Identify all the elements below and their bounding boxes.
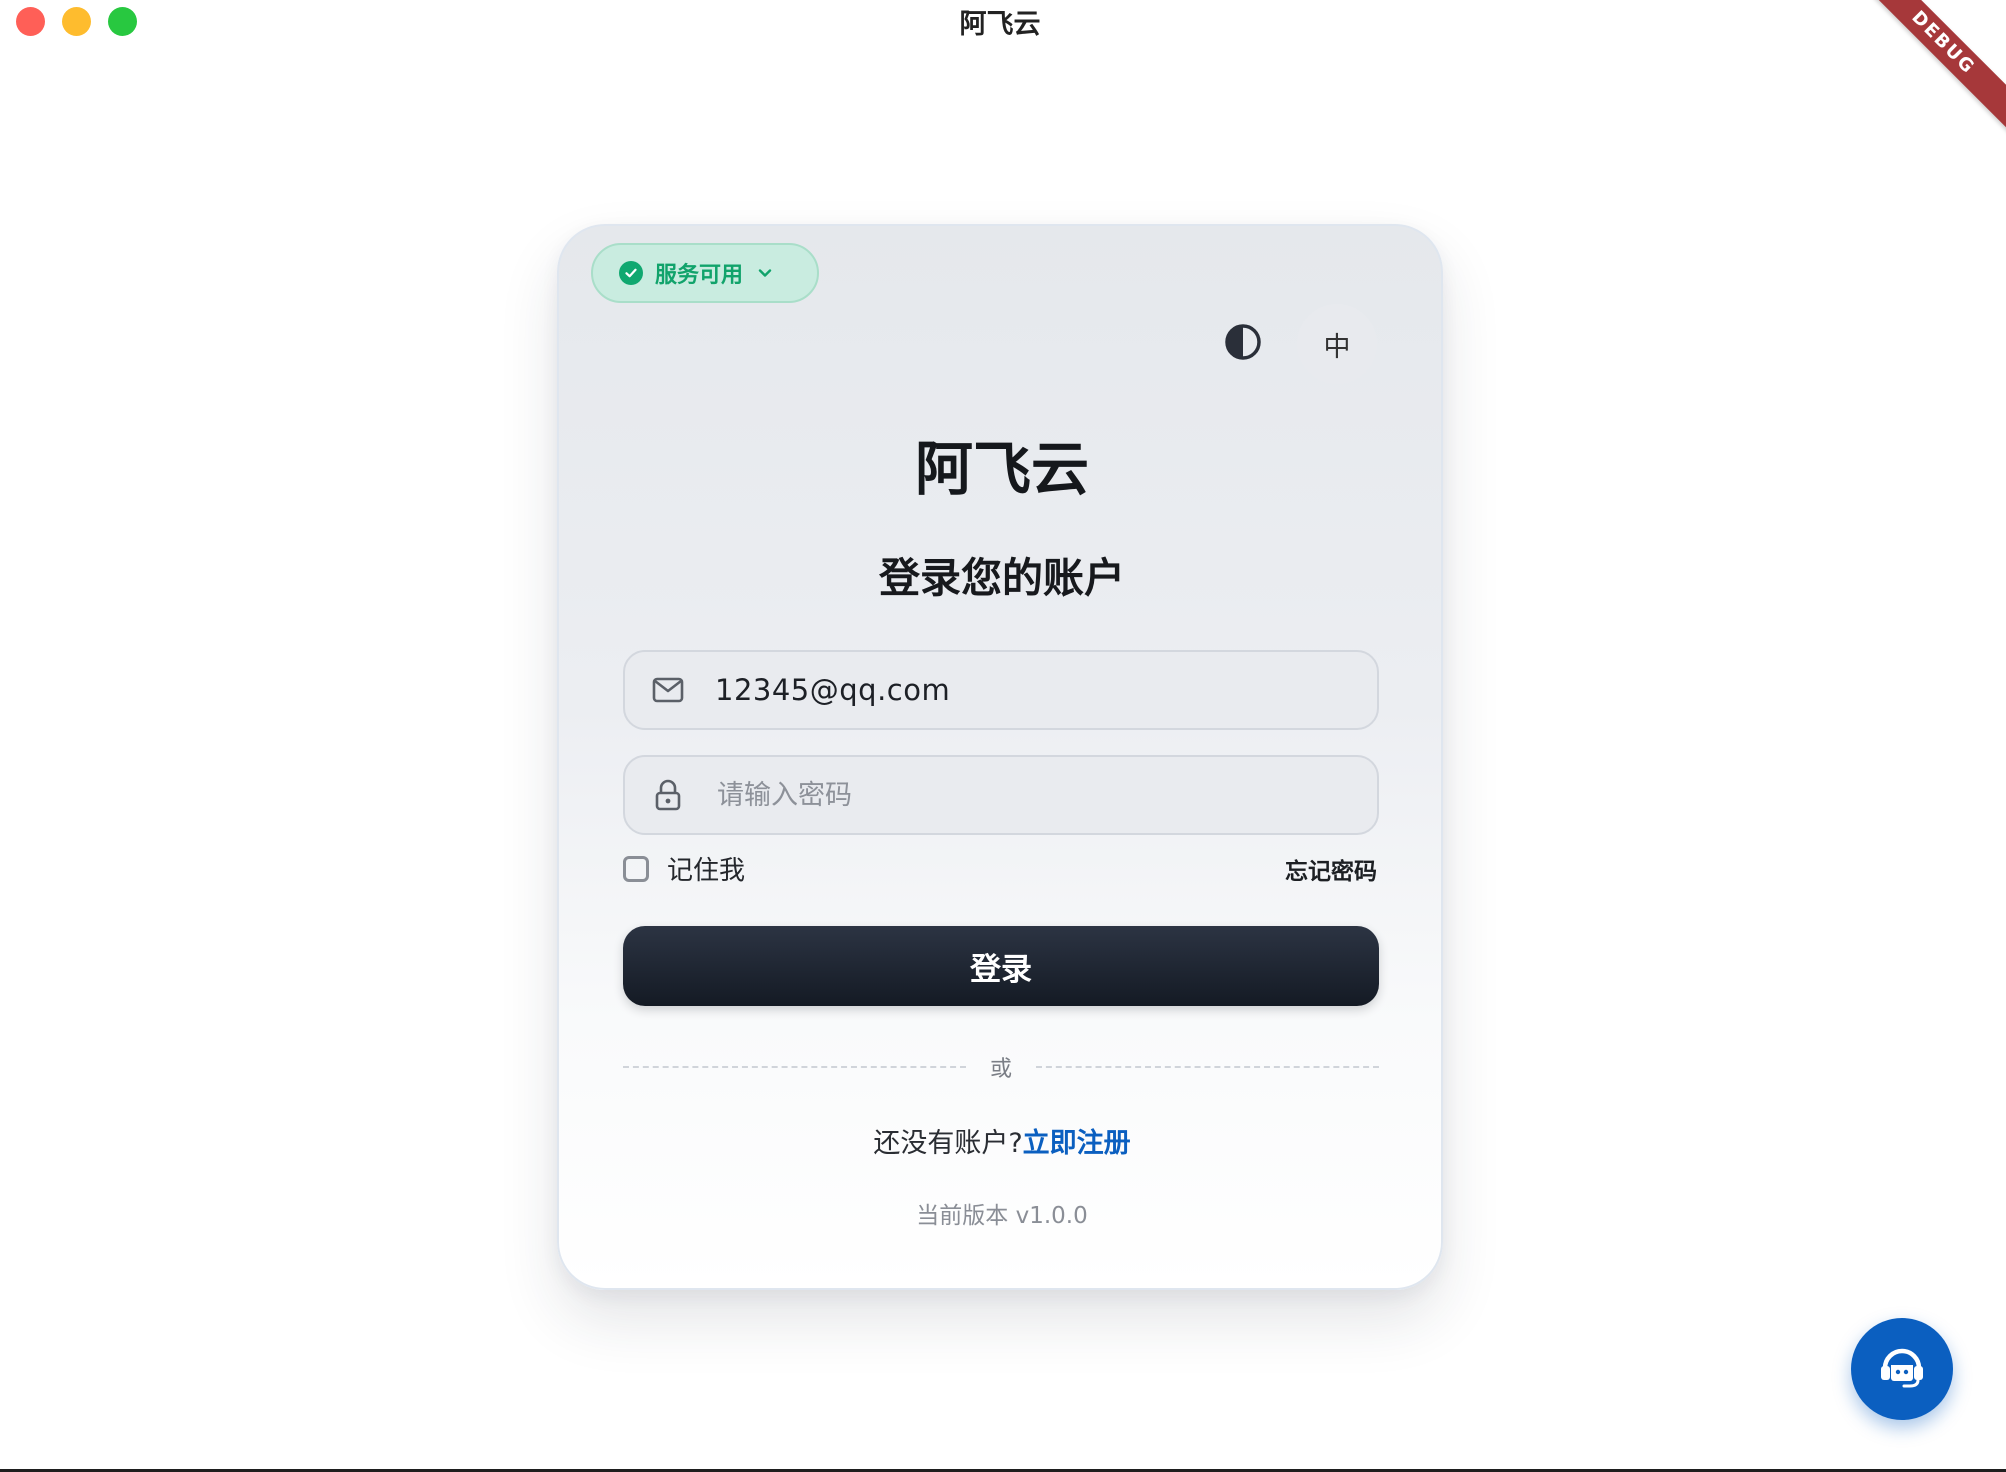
- divider-line-right: [1036, 1066, 1380, 1068]
- signup-prompt: 还没有账户?立即注册: [559, 1121, 1445, 1160]
- language-toggle-button[interactable]: 中: [1297, 304, 1377, 384]
- page-subtitle: 登录您的账户: [879, 554, 1125, 602]
- theme-toggle-button[interactable]: [1203, 304, 1283, 384]
- contrast-icon: [1223, 322, 1263, 366]
- divider-label: 或: [990, 1057, 1013, 1082]
- headset-support-icon: [1877, 1344, 1927, 1394]
- divider-line-left: [623, 1066, 966, 1068]
- or-divider: 或: [623, 1052, 1380, 1082]
- login-button[interactable]: 登录: [623, 926, 1379, 1006]
- lock-icon: [651, 779, 685, 811]
- signup-prompt-text: 还没有账户?: [873, 1128, 1023, 1159]
- signup-link[interactable]: 立即注册: [1023, 1128, 1131, 1159]
- service-status-label: 服务可用: [655, 263, 744, 288]
- version-label: 当前版本 v1.0.0: [916, 1203, 1088, 1229]
- app-window: 阿飞云 DEBUG 服务可用 中 阿飞云 登录您的账户 12345@qq.com…: [0, 0, 2006, 1472]
- forgot-password-link[interactable]: 忘记密码: [1285, 852, 1377, 886]
- service-status-dropdown[interactable]: 服务可用: [591, 243, 819, 303]
- check-circle-icon: [619, 261, 643, 285]
- password-field[interactable]: [623, 755, 1379, 835]
- password-input[interactable]: [715, 778, 1359, 812]
- email-value: 12345@qq.com: [715, 673, 951, 707]
- login-card: 服务可用 中 阿飞云 登录您的账户 12345@qq.com 记住我 忘记密码 …: [557, 224, 1443, 1290]
- window-title: 阿飞云: [959, 9, 1041, 40]
- chevron-down-icon: [757, 265, 773, 281]
- app-title: 阿飞云: [914, 435, 1089, 503]
- mail-icon: [651, 677, 685, 703]
- remember-me-toggle[interactable]: 记住我: [623, 850, 745, 887]
- support-button[interactable]: [1851, 1318, 1953, 1420]
- remember-me-label: 记住我: [667, 856, 746, 886]
- email-field[interactable]: 12345@qq.com: [623, 650, 1379, 730]
- title-bar: 阿飞云: [0, 0, 2006, 44]
- remember-me-checkbox[interactable]: [623, 855, 649, 882]
